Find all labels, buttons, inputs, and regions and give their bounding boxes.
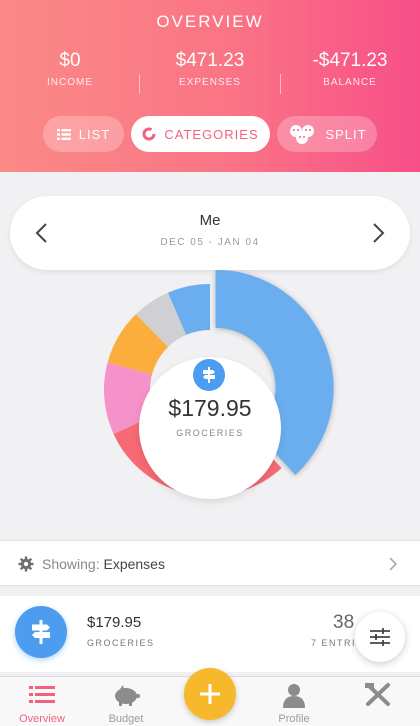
entry-category: GROCERIES	[87, 638, 155, 648]
entry-amount: $179.95	[87, 614, 142, 631]
income-stat: $0 INCOME	[0, 50, 140, 88]
tab-tools[interactable]	[336, 677, 420, 726]
income-label: INCOME	[47, 77, 93, 88]
selected-category-amount: $179.95	[168, 395, 252, 421]
overview-header: OVERVIEW $0 INCOME $471.23 EXPENSES -$47…	[0, 0, 420, 172]
gear-icon	[18, 556, 34, 572]
tab-profile[interactable]: Profile	[252, 677, 336, 726]
selected-category-label: GROCERIES	[176, 428, 244, 438]
view-mode-switcher: LIST CATEGORIES SPLIT	[0, 116, 420, 152]
balance-label: BALANCE	[323, 77, 377, 88]
groceries-signpost-icon	[15, 606, 67, 658]
list-icon	[56, 128, 71, 140]
entry-percent: 38	[333, 612, 355, 633]
groceries-signpost-icon	[193, 359, 225, 391]
chevron-right-icon[interactable]	[368, 222, 388, 244]
summary-stats: $0 INCOME $471.23 EXPENSES -$471.23 BALA…	[0, 50, 420, 94]
plus-icon	[200, 684, 220, 704]
tab-budget-label: Budget	[108, 713, 144, 725]
tab-budget[interactable]: Budget	[84, 677, 168, 726]
expenses-stat: $471.23 EXPENSES	[140, 50, 280, 88]
entry-count: 7 ENTRI	[311, 638, 357, 648]
tab-profile-label: Profile	[278, 713, 310, 725]
add-entry-button[interactable]	[184, 668, 236, 720]
list-view-label: LIST	[78, 126, 111, 142]
split-view-button[interactable]: SPLIT	[277, 116, 377, 152]
balance-value: -$471.23	[312, 50, 388, 71]
showing-filter-row[interactable]: Showing: Expenses	[0, 540, 420, 586]
period-range: DEC 05 - JAN 04	[160, 237, 260, 248]
tools-icon	[365, 683, 390, 706]
balance-stat: -$471.23 BALANCE	[280, 50, 420, 88]
expenses-value: $471.23	[175, 50, 245, 71]
showing-value: Expenses	[103, 556, 165, 572]
period-selector: Me DEC 05 - JAN 04	[10, 196, 410, 270]
period-owner: Me	[199, 212, 221, 229]
filter-button[interactable]	[355, 612, 405, 662]
showing-label: Showing: Expenses	[42, 556, 165, 572]
list-icon	[29, 686, 55, 703]
list-view-button[interactable]: LIST	[43, 116, 124, 152]
page-title: OVERVIEW	[156, 12, 264, 31]
tab-overview[interactable]: Overview	[0, 677, 84, 726]
donut-icon	[142, 127, 156, 141]
expenses-label: EXPENSES	[179, 77, 241, 88]
chevron-right-icon	[389, 557, 398, 571]
categories-view-label: CATEGORIES	[164, 126, 259, 142]
split-view-label: SPLIT	[325, 126, 367, 142]
categories-view-button[interactable]: CATEGORIES	[131, 116, 270, 152]
piggy-bank-icon	[115, 685, 140, 706]
tab-overview-label: Overview	[19, 713, 65, 725]
showing-prefix: Showing:	[42, 556, 100, 572]
sliders-icon	[370, 628, 390, 646]
income-value: $0	[59, 50, 81, 71]
person-icon	[283, 684, 305, 708]
split-faces-icon	[290, 125, 315, 144]
